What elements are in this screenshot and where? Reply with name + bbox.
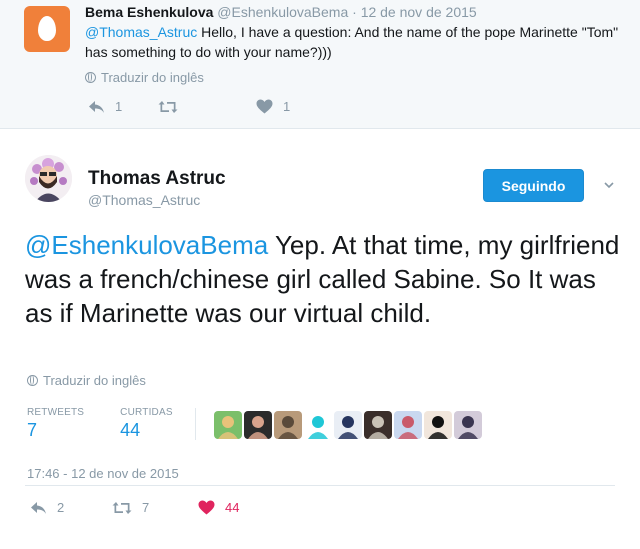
likes-label: CURTIDAS <box>120 407 173 418</box>
retweets-label: RETWEETS <box>27 407 85 418</box>
tweet-reply-count: 2 <box>57 500 65 515</box>
tweet-like-button[interactable]: 44 <box>198 500 239 515</box>
reply-retweet-button[interactable] <box>158 100 256 114</box>
liker-avatar[interactable] <box>214 411 242 439</box>
reply-icon <box>89 100 104 113</box>
reply-translate-link[interactable]: Traduzir do inglês <box>85 70 204 85</box>
tweet-author-name[interactable]: Thomas Astruc <box>88 168 226 190</box>
tweet-action-bar: 2 7 44 <box>30 500 239 515</box>
globe-icon <box>27 375 38 386</box>
reply-text: @Thomas_Astruc Hello, I have a question:… <box>85 22 625 62</box>
tweet-text: @EshenkulovaBema Yep. At that time, my g… <box>25 228 625 330</box>
reply-reply-count: 1 <box>115 99 123 114</box>
reply-icon <box>31 501 46 514</box>
tweet-mention-link[interactable]: @EshenkulovaBema <box>25 230 268 260</box>
avatar-illustration <box>25 155 72 202</box>
tweet-translate-link[interactable]: Traduzir do inglês <box>27 373 146 388</box>
reply-like-button[interactable]: 1 <box>256 99 290 114</box>
liker-avatar[interactable] <box>394 411 422 439</box>
tweet-like-count: 44 <box>225 500 240 515</box>
tweet-translate-label: Traduzir do inglês <box>43 373 146 388</box>
stats-divider <box>195 408 196 440</box>
heart-icon <box>198 500 215 515</box>
tweet-stats: RETWEETS 7 CURTIDAS 44 <box>27 407 209 441</box>
reply-like-count: 1 <box>283 99 291 114</box>
chevron-down-icon[interactable] <box>604 180 614 190</box>
reply-mention-link[interactable]: @Thomas_Astruc <box>85 24 197 40</box>
reply-tweet[interactable]: Bema Eshenkulova @EshenkulovaBema · 12 d… <box>0 0 640 129</box>
liker-avatar[interactable] <box>304 411 332 439</box>
reply-author-name[interactable]: Bema Eshenkulova <box>85 4 213 20</box>
thomas-avatar[interactable] <box>25 155 72 202</box>
reply-action-bar: 1 1 <box>88 99 290 114</box>
tweet-timestamp[interactable]: 17:46 - 12 de nov de 2015 <box>27 466 179 481</box>
egg-avatar[interactable] <box>24 6 70 52</box>
liker-avatar[interactable] <box>274 411 302 439</box>
reply-header: Bema Eshenkulova @EshenkulovaBema · 12 d… <box>85 4 477 20</box>
tweet-reply-button[interactable]: 2 <box>30 500 112 515</box>
reply-separator: · <box>352 4 357 20</box>
reply-author-handle[interactable]: @EshenkulovaBema <box>217 4 348 20</box>
heart-icon <box>256 99 273 114</box>
reply-date[interactable]: 12 de nov de 2015 <box>361 4 477 20</box>
globe-icon <box>85 72 96 83</box>
following-button[interactable]: Seguindo <box>483 169 584 202</box>
liker-avatar[interactable] <box>364 411 392 439</box>
liker-avatar[interactable] <box>334 411 362 439</box>
retweets-value: 7 <box>27 420 38 440</box>
tweet-author-handle[interactable]: @Thomas_Astruc <box>88 192 200 208</box>
reply-translate-label: Traduzir do inglês <box>101 70 204 85</box>
liker-avatar[interactable] <box>454 411 482 439</box>
likes-value: 44 <box>120 420 141 440</box>
retweets-stat[interactable]: RETWEETS 7 <box>27 407 84 441</box>
reply-reply-button[interactable]: 1 <box>88 99 158 114</box>
retweet-icon <box>158 100 178 113</box>
retweet-icon <box>112 501 132 514</box>
tweet-retweet-button[interactable]: 7 <box>112 500 198 515</box>
timestamp-divider <box>25 485 615 486</box>
liker-avatar[interactable] <box>424 411 452 439</box>
liker-avatar[interactable] <box>244 411 272 439</box>
likes-stat[interactable]: CURTIDAS 44 <box>120 407 173 441</box>
liker-avatars <box>214 411 482 439</box>
tweet-retweet-count: 7 <box>142 500 150 515</box>
